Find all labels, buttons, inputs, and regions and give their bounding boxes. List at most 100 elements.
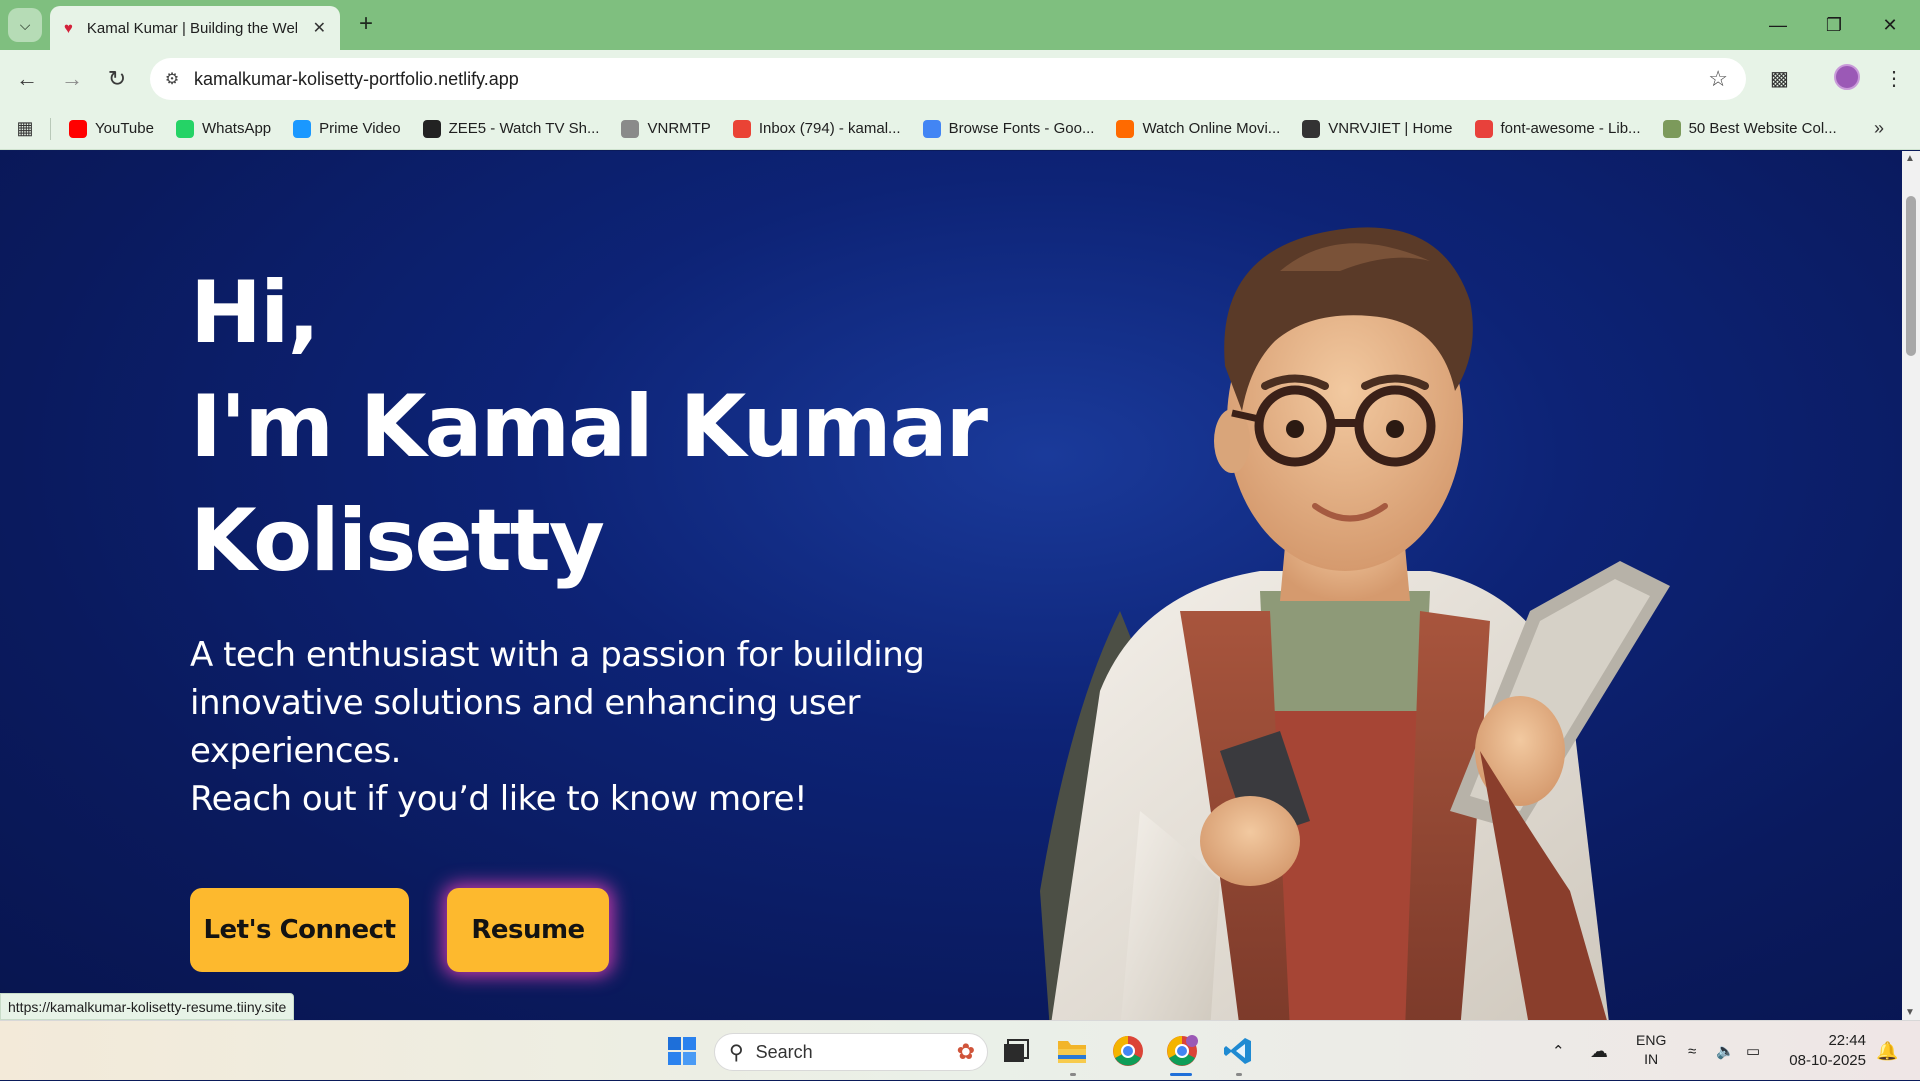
bookmark-item[interactable]: font-awesome - Lib... [1474, 119, 1641, 138]
back-button[interactable]: ← [10, 62, 44, 96]
hero-description-2: Reach out if you’d like to know more! [190, 779, 808, 819]
hero-description: A tech enthusiast with a passion for bui… [190, 631, 950, 823]
clock-time: 22:44 [1828, 1032, 1866, 1049]
vnrmtp-icon [621, 119, 640, 138]
hero-heading: Hi, I'm Kamal Kumar Kolisetty [190, 256, 988, 598]
language-indicator[interactable]: ENG IN [1636, 1031, 1666, 1069]
onedrive-icon[interactable]: ☁ [1590, 1021, 1608, 1081]
clock-date: 08-10-2025 [1789, 1052, 1866, 1069]
lets-connect-button[interactable]: Let's Connect [190, 888, 409, 972]
lang-region: IN [1644, 1051, 1659, 1067]
bookmark-label: Watch Online Movi... [1142, 120, 1281, 137]
bookmark-label: Prime Video [319, 120, 401, 137]
bookmark-label: font-awesome - Lib... [1500, 120, 1641, 137]
page-scrollbar[interactable]: ▲ ▼ [1902, 151, 1920, 1020]
extensions-icon[interactable]: ▩ [1770, 66, 1789, 91]
taskbar-search-box[interactable]: ⚲ Search ✿ [714, 1033, 988, 1071]
profile-avatar[interactable] [1834, 64, 1860, 90]
browser-toolbar: ← → ↻ ⚙ kamalkumar-kolisetty-portfolio.n… [0, 50, 1920, 108]
running-indicator [1236, 1073, 1242, 1076]
google-fonts-icon [922, 119, 941, 138]
lang-primary: ENG [1636, 1032, 1667, 1048]
bookmark-label: VNRMTP [647, 120, 711, 137]
apps-grid-icon[interactable]: ▦ [0, 118, 50, 139]
gmail-icon [732, 119, 751, 138]
show-hidden-icons[interactable]: ⌃ [1552, 1021, 1565, 1081]
battery-icon[interactable]: ▭ [1746, 1021, 1760, 1081]
windows-start-icon[interactable] [664, 1033, 700, 1069]
chrome-icon[interactable] [1110, 1033, 1146, 1069]
status-url: https://kamalkumar-kolisetty-resume.tiin… [8, 998, 287, 1015]
developer-illustration [1040, 227, 1670, 1020]
portfolio-page: Hi, I'm Kamal Kumar Kolisetty A tech ent… [0, 151, 1902, 1020]
bookmark-label: ZEE5 - Watch TV Sh... [448, 120, 600, 137]
tab-search-button[interactable]: ⌵ [8, 8, 42, 42]
hero-greeting: Hi, [190, 263, 320, 363]
hero-name: I'm Kamal Kumar [190, 377, 988, 477]
taskbar-search-label: Search [755, 1041, 813, 1062]
heart-favicon-icon: ♥ [64, 19, 73, 37]
url-text: kamalkumar-kolisetty-portfolio.netlify.a… [194, 68, 519, 89]
bookmark-item[interactable]: ZEE5 - Watch TV Sh... [422, 119, 600, 138]
bookmark-item[interactable]: VNRVJIET | Home [1302, 119, 1453, 138]
zee5-icon [422, 119, 441, 138]
bookmark-item[interactable]: 50 Best Website Col... [1662, 119, 1837, 138]
bookmark-label: 50 Best Website Col... [1688, 120, 1837, 137]
volume-icon[interactable]: 🔈 [1716, 1021, 1735, 1081]
aha-icon [1116, 119, 1135, 138]
tab-strip: ⌵ ♥ Kamal Kumar | Building the Web ✕ + —… [0, 0, 1920, 50]
bookmark-label: WhatsApp [201, 120, 272, 137]
whatsapp-icon [175, 119, 194, 138]
search-icon: ⚲ [729, 1041, 744, 1064]
minimize-button[interactable]: — [1750, 0, 1806, 50]
bookmark-item[interactable]: Browse Fonts - Goo... [922, 119, 1095, 138]
scroll-down-icon[interactable]: ▼ [1905, 1007, 1915, 1018]
tab-title: Kamal Kumar | Building the Web [86, 19, 297, 37]
windows-taskbar: ⚲ Search ✿ ⌃ ☁ ENG IN ≈ 🔈 ▭ 22:44 08-10-… [0, 1020, 1920, 1080]
bookmark-label: YouTube [95, 120, 154, 137]
close-tab-icon[interactable]: ✕ [313, 18, 326, 38]
bookmark-star-icon[interactable]: ☆ [1708, 66, 1728, 92]
system-clock[interactable]: 22:44 08-10-2025 [1786, 1031, 1866, 1071]
bookmark-item[interactable]: Watch Online Movi... [1116, 119, 1281, 138]
chevron-down-icon: ⌵ [19, 16, 31, 33]
wifi-icon[interactable]: ≈ [1688, 1021, 1696, 1081]
bookmarks-divider [50, 117, 51, 140]
scroll-up-icon[interactable]: ▲ [1905, 153, 1915, 164]
bookmark-item[interactable]: VNRMTP [621, 119, 711, 138]
active-indicator [1170, 1073, 1192, 1076]
scrollbar-thumb[interactable] [1906, 196, 1916, 356]
file-explorer-icon[interactable] [1054, 1033, 1090, 1069]
address-bar[interactable]: ⚙ kamalkumar-kolisetty-portfolio.netlify… [150, 58, 1746, 100]
resume-button[interactable]: Resume [447, 888, 609, 972]
link-status-bar: https://kamalkumar-kolisetty-resume.tiin… [0, 993, 295, 1020]
new-tab-button[interactable]: + [352, 10, 380, 38]
hero-surname: Kolisetty [190, 491, 605, 591]
bookmarks-bar: ▦ YouTube WhatsApp Prime Video ZEE5 - Watch… [0, 108, 1920, 150]
restore-button[interactable]: ❐ [1806, 0, 1862, 50]
more-bookmarks-icon[interactable]: » [1874, 118, 1884, 139]
notifications-icon[interactable]: 🔔 [1876, 1021, 1898, 1081]
code-icon [1474, 119, 1493, 138]
running-indicator [1070, 1073, 1076, 1076]
close-window-button[interactable]: ✕ [1862, 0, 1918, 50]
search-highlight-icon: ✿ [956, 1039, 975, 1064]
youtube-icon [69, 119, 87, 138]
menu-dots-icon[interactable]: ⋮ [1884, 66, 1904, 91]
prime-video-icon [293, 119, 312, 138]
bookmark-item[interactable]: WhatsApp [175, 119, 272, 138]
hero-description-1: A tech enthusiast with a passion for bui… [190, 635, 925, 771]
chrome-profile-icon[interactable] [1164, 1033, 1200, 1069]
d-icon [1662, 119, 1681, 138]
bookmark-label: VNRVJIET | Home [1328, 120, 1453, 137]
task-view-icon[interactable] [998, 1033, 1034, 1069]
bookmark-item[interactable]: Prime Video [293, 119, 401, 138]
active-tab[interactable]: ♥ Kamal Kumar | Building the Web ✕ [50, 6, 340, 50]
bookmark-item[interactable]: YouTube [69, 119, 154, 138]
bookmark-item[interactable]: Inbox (794) - kamal... [732, 119, 901, 138]
bookmark-label: Browse Fonts - Goo... [948, 120, 1095, 137]
site-settings-icon[interactable]: ⚙ [150, 69, 194, 89]
forward-button[interactable]: → [55, 62, 89, 96]
vscode-icon[interactable] [1220, 1033, 1256, 1069]
reload-button[interactable]: ↻ [100, 62, 134, 96]
